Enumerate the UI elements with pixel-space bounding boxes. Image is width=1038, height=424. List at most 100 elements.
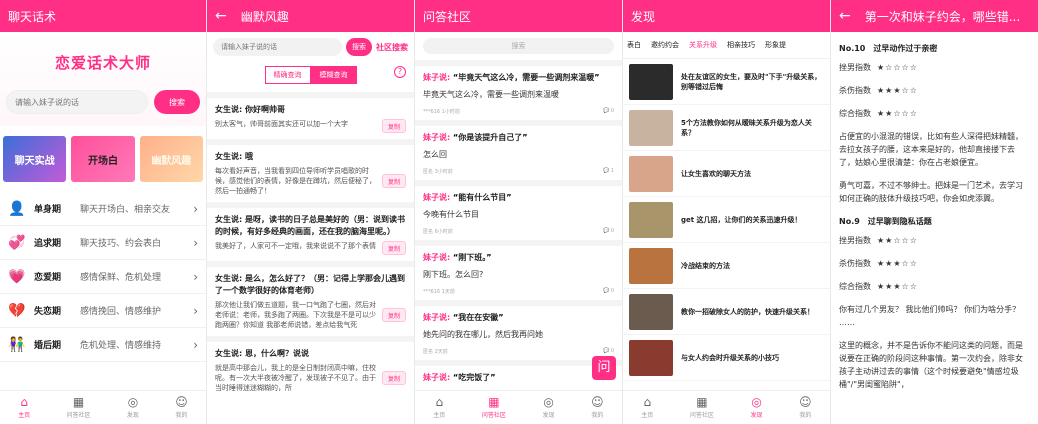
tab-discover[interactable]: ◎ 发现 <box>751 396 763 420</box>
copy-button[interactable]: 复制 <box>381 174 406 188</box>
list-item: 女生说: 哦 每次看好声音，当我看到四位导师听学员唱歌的时候，感觉他们的表情，好… <box>207 139 414 202</box>
stage-item-single[interactable]: 👤 单身期 聊天开场白、相亲交友 › <box>0 192 206 226</box>
stage-name: 单身期 <box>34 205 62 215</box>
search-button[interactable]: 搜索 <box>154 90 200 114</box>
tab-profile[interactable]: ☺ 我的 <box>799 396 812 420</box>
tab-community[interactable]: ▦ 问答社区 <box>690 396 714 420</box>
bottom-tab-bar: ⌂ 主页 ▦ 问答社区 ◎ 发现 ☺ 我的 <box>0 390 206 424</box>
search-input[interactable] <box>6 90 148 114</box>
ask-question-button[interactable]: 问 <box>592 356 616 380</box>
post-author-prefix: 妹子说: <box>423 253 451 262</box>
stage-desc: 感情挽回、情感维护 <box>80 307 162 317</box>
post-quote: 毕竟天气这么冷，需要一些调剂来温暖 <box>458 73 595 82</box>
post-meta: ***616 1天前 <box>423 289 455 295</box>
page-title: 第一次和妹子约会，哪些错... <box>864 9 1021 24</box>
post-meta: 匿名 6小时前 <box>423 229 453 235</box>
post-item[interactable]: 妹子说: “刚下班。” 刚下班。怎么回? ***616 1天前 💬 0 <box>415 240 622 300</box>
back-arrow-icon[interactable]: ← <box>839 8 851 24</box>
stage-item-married[interactable]: 👫 婚后期 危机处理、情感维持 › <box>0 328 206 362</box>
search-button[interactable]: 搜索 <box>346 38 372 56</box>
post-quote: 能有什么节目 <box>458 193 507 202</box>
tab-profile[interactable]: ☺ 我的 <box>175 396 188 420</box>
post-author-prefix: 妹子说: <box>423 193 451 202</box>
compass-icon: ◎ <box>543 395 554 409</box>
help-icon[interactable]: ? <box>394 66 406 78</box>
post-item[interactable]: 妹子说: “你是该提升自己了” 怎么回 匿名 3小时前 💬 1 <box>415 120 622 180</box>
paragraph: 这里的概念，并不是告诉你不能问这类的问题，而是说要在正确的阶段问这种事情。第一次… <box>839 341 1023 389</box>
rating-row: 挫男指数 ★☆☆☆☆ <box>839 63 918 72</box>
article-thumbnail <box>629 247 673 284</box>
category-tab[interactable]: 表白 <box>627 40 641 50</box>
back-arrow-icon[interactable]: ← <box>215 8 227 24</box>
tab-home[interactable]: ⌂ 主页 <box>433 396 445 420</box>
card-humor[interactable]: 幽默风趣 <box>139 136 203 182</box>
article-title: 5个方法教你如何从暧昧关系升级为恋人关系？ <box>681 118 812 137</box>
comment-count: 💬 1 <box>602 168 614 174</box>
hero-banner: 恋爱话术大师 搜索 <box>0 32 206 126</box>
page-title: 聊天话术 <box>8 9 57 24</box>
paragraph: 占便宜的小混混的错误，比如有些人深得把妹精髓，去拉女孩子的腰，这本来是好的，他却… <box>839 132 1023 167</box>
tab-community[interactable]: ▦ 问答社区 <box>67 396 91 420</box>
screen-discover: 发现 表白 邀约约会 关系升级 相亲技巧 形象提 处在友谊区的女生，要及时"下手… <box>623 0 831 424</box>
community-search-link[interactable]: 社区搜索 <box>376 42 408 53</box>
post-item[interactable]: 妹子说: “能有什么节目” 今晚有什么节目 匿名 6小时前 💬 0 <box>415 180 622 240</box>
search-row: 搜索 社区搜索 <box>207 32 414 62</box>
article-thumbnail <box>629 339 673 376</box>
tab-profile[interactable]: ☺ 我的 <box>591 396 604 420</box>
grid-icon: ▦ <box>488 395 500 409</box>
search-input[interactable] <box>213 38 342 56</box>
answer-text: 每次看好声音，当我看到四位导师听学员唱歌的时候，感觉他们的表情，好像是在蹲坑，然… <box>215 167 376 195</box>
post-item[interactable]: 妹子说: “毕竟天气这么冷，需要一些调剂来温暖” 毕竟天气这么冷，需要一些调剂来… <box>415 60 622 120</box>
copy-button[interactable]: 复制 <box>381 371 406 385</box>
category-tab[interactable]: 相亲技巧 <box>727 40 755 50</box>
answer-text: 我美好了，人家可不一定哦，我来说说不了那个表情 <box>215 242 376 250</box>
article-title: 与女人约会时升级关系的小技巧 <box>681 353 779 362</box>
tab-community[interactable]: ▦ 问答社区 <box>482 395 506 420</box>
top-bar: 聊天话术 <box>0 0 206 32</box>
stage-item-pursuit[interactable]: 💞 追求期 聊天技巧、约会表白 › <box>0 226 206 260</box>
article-thumbnail <box>629 63 673 100</box>
tab-home[interactable]: ⌂ 主页 <box>641 395 653 420</box>
article-title: 处在友谊区的女生，要及时"下手"升级关系，别等错过后悔 <box>681 72 822 91</box>
post-body: 毕竟天气这么冷，需要一些调剂来温暖 <box>423 90 559 99</box>
article-item[interactable]: 与女人约会时升级关系的小技巧 <box>623 335 830 381</box>
category-tab[interactable]: 邀约约会 <box>651 40 679 50</box>
article-thumbnail <box>629 155 673 192</box>
post-meta: 匿名 2天前 <box>423 349 448 355</box>
post-author-prefix: 妹子说: <box>423 133 451 142</box>
page-title: 幽默风趣 <box>240 9 289 24</box>
stage-desc: 感情保鲜、危机处理 <box>80 273 162 283</box>
tab-home[interactable]: ⌂ 主页 <box>18 396 30 420</box>
home-icon: ⌂ <box>643 395 652 409</box>
search-input[interactable]: 搜索 <box>423 38 614 54</box>
rating-row: 综合指数 ★★★☆☆ <box>839 282 918 291</box>
copy-button[interactable]: 复制 <box>381 241 406 255</box>
tab-exact-query[interactable]: 精确查询 <box>264 66 311 84</box>
question-text: 女生说: 是么，怎么好了？（男：记得上学那会儿遇到了一个数学很好的体育老师） <box>215 274 405 295</box>
stage-desc: 聊天技巧、约会表白 <box>80 239 162 249</box>
article-item[interactable]: 处在友谊区的女生，要及时"下手"升级关系，别等错过后悔 <box>623 59 830 105</box>
stage-desc: 聊天开场白、相亲交友 <box>80 205 171 215</box>
stage-item-breakup[interactable]: 💔 失恋期 感情挽回、情感维护 › <box>0 294 206 328</box>
post-item[interactable]: 妹子说: “我在在安徽” 她先问的我在哪儿，然后我再问她 匿名 2天前 💬 0 <box>415 300 622 360</box>
article-item[interactable]: 让女生喜欢的聊天方法 <box>623 151 830 197</box>
card-chat-practice[interactable]: 聊天实战 <box>3 136 67 182</box>
category-tab[interactable]: 形象提 <box>765 40 786 50</box>
article-item[interactable]: 5个方法教你如何从暧昧关系升级为恋人关系？ <box>623 105 830 151</box>
article-item[interactable]: 冷战结束的方法 <box>623 243 830 289</box>
tab-discover[interactable]: ◎ 发现 <box>127 396 139 420</box>
screen-community: 问答社区 搜索 妹子说: “毕竟天气这么冷，需要一些调剂来温暖” 毕竟天气这么冷… <box>415 0 623 424</box>
post-item[interactable]: 妹子说: “吃完饭了” <box>415 360 622 388</box>
article-title: 冷战结束的方法 <box>681 261 730 270</box>
stage-item-love[interactable]: 💗 恋爱期 感情保鲜、危机处理 › <box>0 260 206 294</box>
article-item[interactable]: 教你一招破除女人的防护，快速升级关系！ <box>623 289 830 335</box>
copy-button[interactable]: 复制 <box>381 308 406 322</box>
tab-fuzzy-query[interactable]: 模糊查询 <box>310 66 357 84</box>
screen-humor: ← 幽默风趣 搜索 社区搜索 精确查询 模糊查询 ? 女生说: 你好啊帅哥 别太… <box>207 0 415 424</box>
copy-button[interactable]: 复制 <box>381 119 406 133</box>
post-meta: ***616 1小时前 <box>423 109 460 115</box>
tab-discover[interactable]: ◎ 发现 <box>543 395 555 420</box>
article-item[interactable]: get 这几招，让你们的关系迅速升级！ <box>623 197 830 243</box>
card-opening-lines[interactable]: 开场白 <box>71 136 135 182</box>
category-tab[interactable]: 关系升级 <box>689 40 717 50</box>
